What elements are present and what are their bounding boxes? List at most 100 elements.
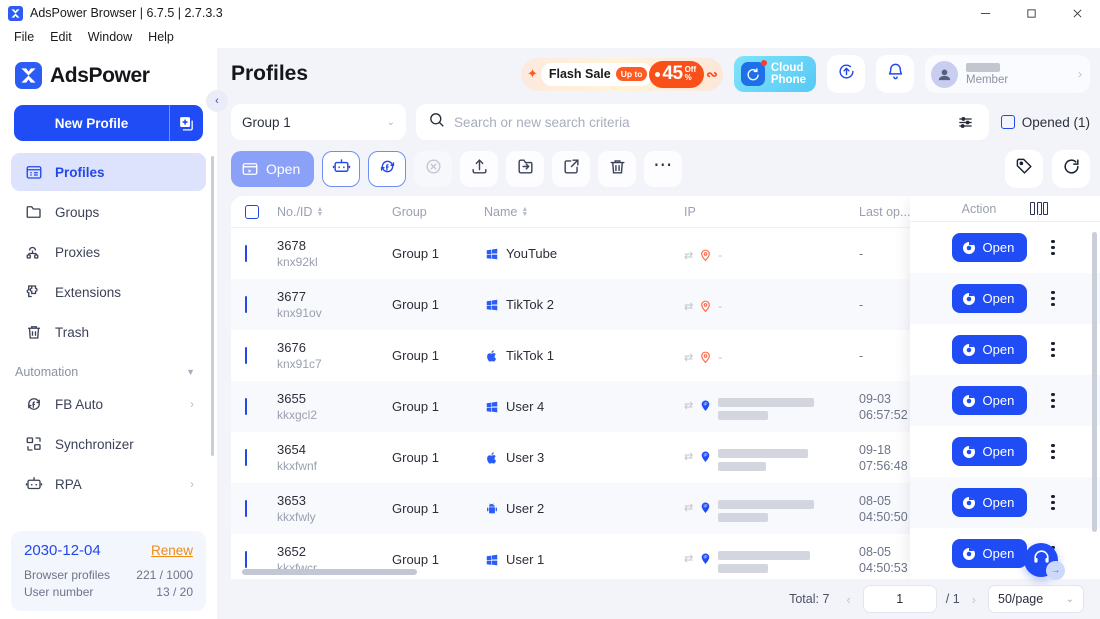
column-settings-icon[interactable] — [1030, 202, 1049, 215]
table-vertical-scrollbar[interactable] — [1092, 232, 1097, 532]
row-checkbox[interactable] — [245, 551, 247, 568]
notifications-button[interactable] — [876, 55, 914, 93]
new-profile-button[interactable]: New Profile — [14, 105, 169, 141]
support-button[interactable]: → — [1024, 543, 1065, 580]
extensions-icon — [24, 282, 44, 302]
sidebar-scrollbar[interactable] — [211, 156, 214, 456]
open-label: Open — [982, 393, 1015, 408]
column-label: Last op... — [859, 204, 911, 219]
group-select[interactable]: Group 1 ⌄ — [231, 104, 406, 140]
page-input-wrap[interactable] — [862, 585, 937, 613]
upload-button[interactable] — [460, 151, 499, 187]
menu-file[interactable]: File — [6, 28, 42, 46]
quota-value: 221 / 1000 — [136, 568, 193, 582]
automation-section-header[interactable]: Automation ▼ — [0, 353, 217, 385]
fb-sync-button[interactable] — [368, 151, 407, 187]
open-profile-button[interactable]: Open — [951, 284, 1028, 313]
ip-value-redacted — [718, 550, 811, 560]
column-header-group[interactable]: Group — [392, 205, 484, 219]
page-size-select[interactable]: 50/page ⌄ — [988, 585, 1084, 613]
rpa-button[interactable] — [322, 151, 361, 187]
column-header-ip[interactable]: IP — [684, 205, 859, 219]
row-checkbox[interactable] — [245, 347, 247, 364]
close-button[interactable] — [414, 151, 453, 187]
sidebar-item-synchronizer[interactable]: Synchronizer — [11, 425, 206, 463]
page-input[interactable] — [863, 592, 936, 606]
member-account-button[interactable]: Member › — [925, 55, 1090, 93]
move-to-group-button[interactable] — [506, 151, 545, 187]
export-button[interactable] — [552, 151, 591, 187]
swap-icon: ⇄ — [684, 352, 694, 364]
opened-filter-checkbox[interactable]: Opened (1) — [999, 115, 1090, 130]
windows-icon — [484, 399, 499, 414]
open-profile-button[interactable]: Open — [951, 539, 1028, 568]
sidebar-item-groups[interactable]: Groups — [11, 193, 206, 231]
menu-window[interactable]: Window — [80, 28, 140, 46]
maximize-button[interactable] — [1008, 0, 1054, 26]
profile-uid: kkxfwly — [277, 509, 316, 524]
row-more-menu[interactable] — [1047, 236, 1058, 259]
arrow-right-icon[interactable]: → — [1046, 561, 1065, 580]
row-checkbox[interactable] — [245, 245, 247, 262]
column-header-id[interactable]: No./ID ▲ ▼ — [277, 205, 392, 219]
column-header-name[interactable]: Name ▲ ▼ — [484, 205, 684, 219]
row-checkbox[interactable] — [245, 398, 247, 415]
tag-button[interactable] — [1005, 150, 1043, 188]
new-profile-batch-button[interactable] — [169, 105, 203, 141]
search-box[interactable] — [416, 104, 989, 140]
upload-icon — [470, 157, 489, 181]
open-profile-button[interactable]: Open — [951, 233, 1028, 262]
delete-button[interactable] — [598, 151, 637, 187]
column-label: Group — [392, 204, 427, 219]
ip-pin-icon: IP — [701, 400, 710, 411]
search-input[interactable] — [454, 114, 942, 130]
advanced-filter-button[interactable] — [951, 107, 981, 137]
refresh-button[interactable] — [1052, 150, 1090, 188]
open-profile-button[interactable]: Open — [951, 386, 1028, 415]
checkbox-icon — [1000, 115, 1015, 129]
sidebar-collapse-button[interactable]: ‹ — [206, 90, 228, 112]
sidebar-item-trash[interactable]: Trash — [11, 313, 206, 351]
adspower-logo-icon — [15, 62, 42, 89]
menu-help[interactable]: Help — [140, 28, 182, 46]
chevron-right-icon: › — [1078, 67, 1082, 81]
close-window-button[interactable] — [1054, 0, 1100, 26]
open-profile-button[interactable]: Open — [951, 488, 1028, 517]
apple-icon — [484, 450, 499, 465]
row-more-menu[interactable] — [1047, 389, 1058, 412]
swap-icon: ⇄ — [684, 250, 694, 262]
notification-dot — [760, 60, 767, 66]
row-more-menu[interactable] — [1047, 287, 1058, 310]
chevron-down-icon: ⌄ — [386, 116, 395, 128]
renew-link[interactable]: Renew — [151, 543, 193, 558]
select-all-checkbox[interactable] — [245, 204, 277, 219]
row-more-menu[interactable] — [1047, 491, 1058, 514]
prev-page-button[interactable]: ‹ — [843, 592, 853, 607]
minimize-button[interactable] — [962, 0, 1008, 26]
sort-icon: ▲▼ — [316, 205, 324, 218]
row-checkbox[interactable] — [245, 449, 247, 466]
sidebar-item-proxies[interactable]: Proxies — [11, 233, 206, 271]
cell-ip: ⇄ IP — [684, 394, 859, 420]
sidebar-item-rpa[interactable]: RPA › — [11, 465, 206, 503]
menu-edit[interactable]: Edit — [42, 28, 80, 46]
table-horizontal-scrollbar[interactable] — [242, 569, 417, 575]
cloud-phone-button[interactable]: Cloud Phone — [733, 56, 816, 92]
open-profile-button[interactable]: Open — [951, 335, 1028, 364]
row-more-menu[interactable] — [1047, 440, 1058, 463]
sidebar-item-fb-auto[interactable]: FB Auto › — [11, 385, 206, 423]
svg-text:IP: IP — [704, 503, 708, 508]
more-button[interactable]: ⋯ — [644, 151, 683, 187]
open-profile-button[interactable]: Open — [951, 437, 1028, 466]
row-checkbox[interactable] — [245, 296, 247, 313]
open-selected-button[interactable]: Open — [231, 151, 315, 187]
sidebar-item-extensions[interactable]: Extensions — [11, 273, 206, 311]
row-more-menu[interactable] — [1047, 338, 1058, 361]
sidebar-item-profiles[interactable]: Profiles — [11, 153, 206, 191]
flash-sale-banner[interactable]: ✦ Flash Sale Up to 45 Off % ∾ — [520, 57, 723, 91]
row-checkbox[interactable] — [245, 500, 247, 517]
next-page-button[interactable]: › — [969, 592, 979, 607]
username-redacted — [966, 62, 1000, 72]
sync-button[interactable] — [827, 55, 865, 93]
sidebar-label-fb-auto: FB Auto — [55, 396, 104, 412]
